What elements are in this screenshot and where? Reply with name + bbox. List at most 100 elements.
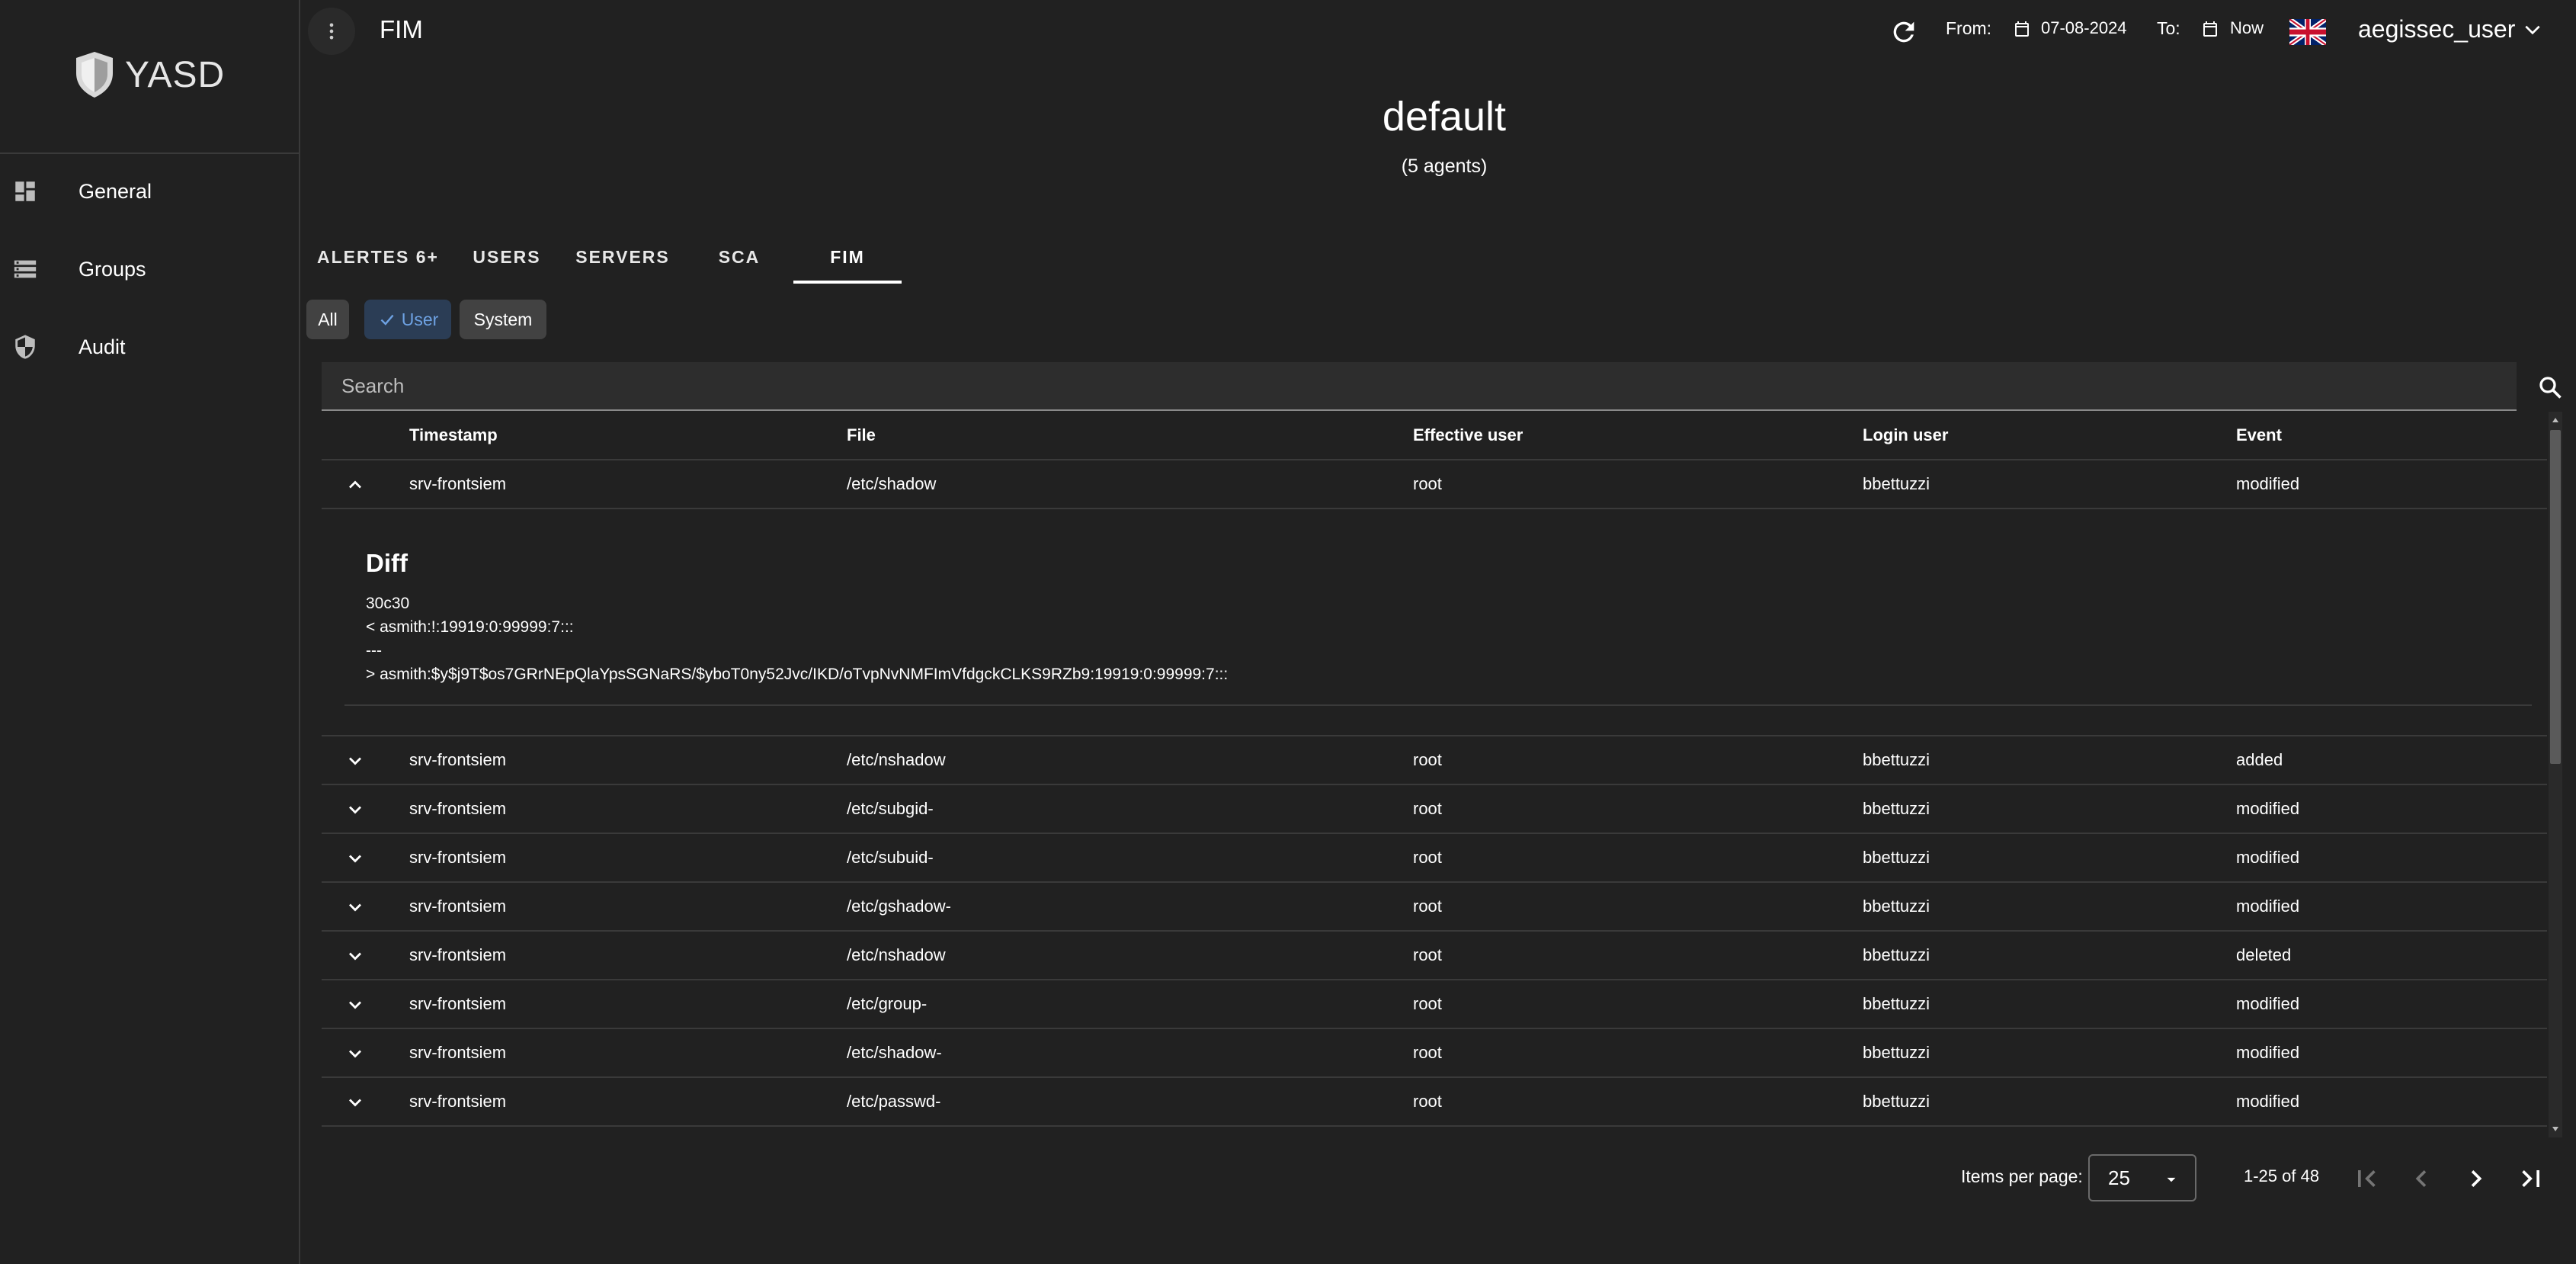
filter-chip-user[interactable]: User — [364, 300, 451, 339]
table-row[interactable]: srv-frontsiem /etc/shadow root bbettuzzi… — [322, 460, 2547, 509]
cell-timestamp: srv-frontsiem — [409, 474, 507, 493]
chevron-down-icon[interactable] — [344, 1043, 366, 1064]
sidebar-item-label: Audit — [78, 335, 126, 358]
calendar-icon[interactable] — [2201, 19, 2219, 39]
table-row[interactable]: srv-frontsiem /etc/nshadow root bbettuzz… — [322, 932, 2547, 980]
cell-event: modified — [2236, 1043, 2300, 1062]
chevron-down-icon[interactable] — [344, 994, 366, 1015]
chevron-down-icon[interactable] — [344, 750, 366, 772]
next-page-icon[interactable] — [2459, 1162, 2493, 1195]
previous-page-icon[interactable] — [2405, 1162, 2438, 1195]
sidebar-item-general[interactable]: General — [0, 161, 299, 222]
agent-count: (5 agents) — [1401, 156, 1488, 177]
calendar-icon[interactable] — [2013, 19, 2031, 39]
cell-login-user: bbettuzzi — [1863, 994, 1930, 1013]
cell-login-user: bbettuzzi — [1863, 799, 1930, 818]
cell-effective-user: root — [1413, 799, 1442, 818]
user-menu-button[interactable]: aegissec_user — [2358, 15, 2542, 43]
cell-effective-user: root — [1413, 897, 1442, 916]
last-page-icon[interactable] — [2514, 1162, 2548, 1195]
column-header-timestamp[interactable]: Timestamp — [409, 412, 498, 459]
active-tab-indicator — [793, 281, 902, 284]
scroll-up-arrow-icon[interactable] — [2550, 413, 2561, 427]
cell-file: /etc/subuid- — [847, 848, 934, 867]
diff-line: < asmith:!:19919:0:99999:7::: — [366, 618, 574, 636]
cell-event: modified — [2236, 897, 2300, 916]
filter-chip-system[interactable]: System — [460, 300, 546, 339]
scroll-down-arrow-icon[interactable] — [2550, 1122, 2561, 1136]
column-header-event[interactable]: Event — [2236, 412, 2282, 459]
cell-file: /etc/nshadow — [847, 750, 946, 769]
cell-file: /etc/group- — [847, 994, 928, 1013]
table-row[interactable]: srv-frontsiem /etc/subuid- root bbettuzz… — [322, 834, 2547, 883]
tab-sca[interactable]: SCA — [701, 233, 777, 281]
chip-label: User — [401, 309, 439, 329]
storage-icon — [14, 260, 37, 278]
sidebar: YASD General Groups Audit — [0, 0, 300, 1264]
table-row[interactable]: srv-frontsiem /etc/shadow- root bbettuzz… — [322, 1029, 2547, 1078]
group-title: default — [1382, 94, 1507, 140]
search-input[interactable] — [340, 362, 2477, 409]
search-icon[interactable] — [2536, 374, 2564, 401]
tab-servers[interactable]: SERVERS — [573, 233, 672, 281]
column-header-file[interactable]: File — [847, 412, 876, 459]
chevron-down-icon[interactable] — [344, 1092, 366, 1113]
chevron-down-icon[interactable] — [344, 799, 366, 820]
cell-login-user: bbettuzzi — [1863, 1092, 1930, 1111]
check-icon — [380, 314, 394, 326]
page-title: FIM — [380, 15, 423, 43]
tab-alertes[interactable]: ALERTES 6+ — [312, 233, 444, 281]
cell-event: modified — [2236, 994, 2300, 1013]
uk-flag-icon[interactable] — [2289, 19, 2326, 45]
cell-login-user: bbettuzzi — [1863, 945, 1930, 964]
chevron-down-icon[interactable] — [344, 897, 366, 918]
username: aegissec_user — [2358, 15, 2516, 43]
cell-effective-user: root — [1413, 994, 1442, 1013]
table-row[interactable]: srv-frontsiem /etc/subgid- root bbettuzz… — [322, 785, 2547, 834]
cell-login-user: bbettuzzi — [1863, 1043, 1930, 1062]
cell-event: modified — [2236, 848, 2300, 867]
refresh-icon[interactable] — [1889, 17, 1919, 47]
to-date[interactable]: Now — [2230, 18, 2264, 38]
chevron-up-icon[interactable] — [344, 474, 366, 496]
sidebar-item-audit[interactable]: Audit — [0, 316, 299, 377]
diff-panel: Diff 30c30 < asmith:!:19919:0:99999:7:::… — [344, 509, 2532, 706]
app-logo[interactable]: YASD — [73, 50, 225, 99]
diff-title: Diff — [366, 549, 408, 577]
table-row[interactable]: srv-frontsiem /etc/passwd- root bbettuzz… — [322, 1078, 2547, 1127]
sidebar-item-label: General — [78, 179, 152, 203]
tab-fim[interactable]: FIM — [793, 233, 902, 281]
tab-users[interactable]: USERS — [465, 233, 549, 281]
to-label: To: — [2157, 18, 2180, 38]
table-row[interactable]: srv-frontsiem /etc/nshadow root bbettuzz… — [322, 736, 2547, 785]
chevron-down-icon[interactable] — [344, 848, 366, 869]
more-menu-button[interactable] — [308, 8, 355, 55]
cell-event: modified — [2236, 474, 2300, 493]
sidebar-item-groups[interactable]: Groups — [0, 239, 299, 300]
cell-timestamp: srv-frontsiem — [409, 799, 507, 818]
sidebar-item-label: Groups — [78, 257, 146, 281]
first-page-icon[interactable] — [2350, 1162, 2383, 1195]
dropdown-arrow-icon — [2167, 1177, 2176, 1182]
cell-login-user: bbettuzzi — [1863, 474, 1930, 493]
cell-timestamp: srv-frontsiem — [409, 994, 507, 1013]
column-header-login-user[interactable]: Login user — [1863, 412, 1948, 459]
table-row[interactable]: srv-frontsiem /etc/group- root bbettuzzi… — [322, 980, 2547, 1029]
cell-login-user: bbettuzzi — [1863, 897, 1930, 916]
table-row[interactable]: srv-frontsiem /etc/gshadow- root bbettuz… — [322, 883, 2547, 932]
cell-effective-user: root — [1413, 848, 1442, 867]
filter-chip-all[interactable]: All — [306, 300, 349, 339]
cell-file: /etc/gshadow- — [847, 897, 951, 916]
page-size-select[interactable]: 25 — [2088, 1154, 2196, 1201]
cell-timestamp: srv-frontsiem — [409, 750, 507, 769]
from-date[interactable]: 07-08-2024 — [2041, 18, 2127, 38]
chevron-down-icon[interactable] — [344, 945, 366, 967]
cell-timestamp: srv-frontsiem — [409, 897, 507, 916]
shield-icon — [15, 335, 35, 359]
column-header-effective-user[interactable]: Effective user — [1413, 412, 1523, 459]
scrollbar-thumb[interactable] — [2550, 430, 2561, 764]
cell-file: /etc/passwd- — [847, 1092, 941, 1111]
cell-file: /etc/subgid- — [847, 799, 934, 818]
search-field — [322, 362, 2517, 411]
detail-row: Diff 30c30 < asmith:!:19919:0:99999:7:::… — [322, 509, 2547, 736]
